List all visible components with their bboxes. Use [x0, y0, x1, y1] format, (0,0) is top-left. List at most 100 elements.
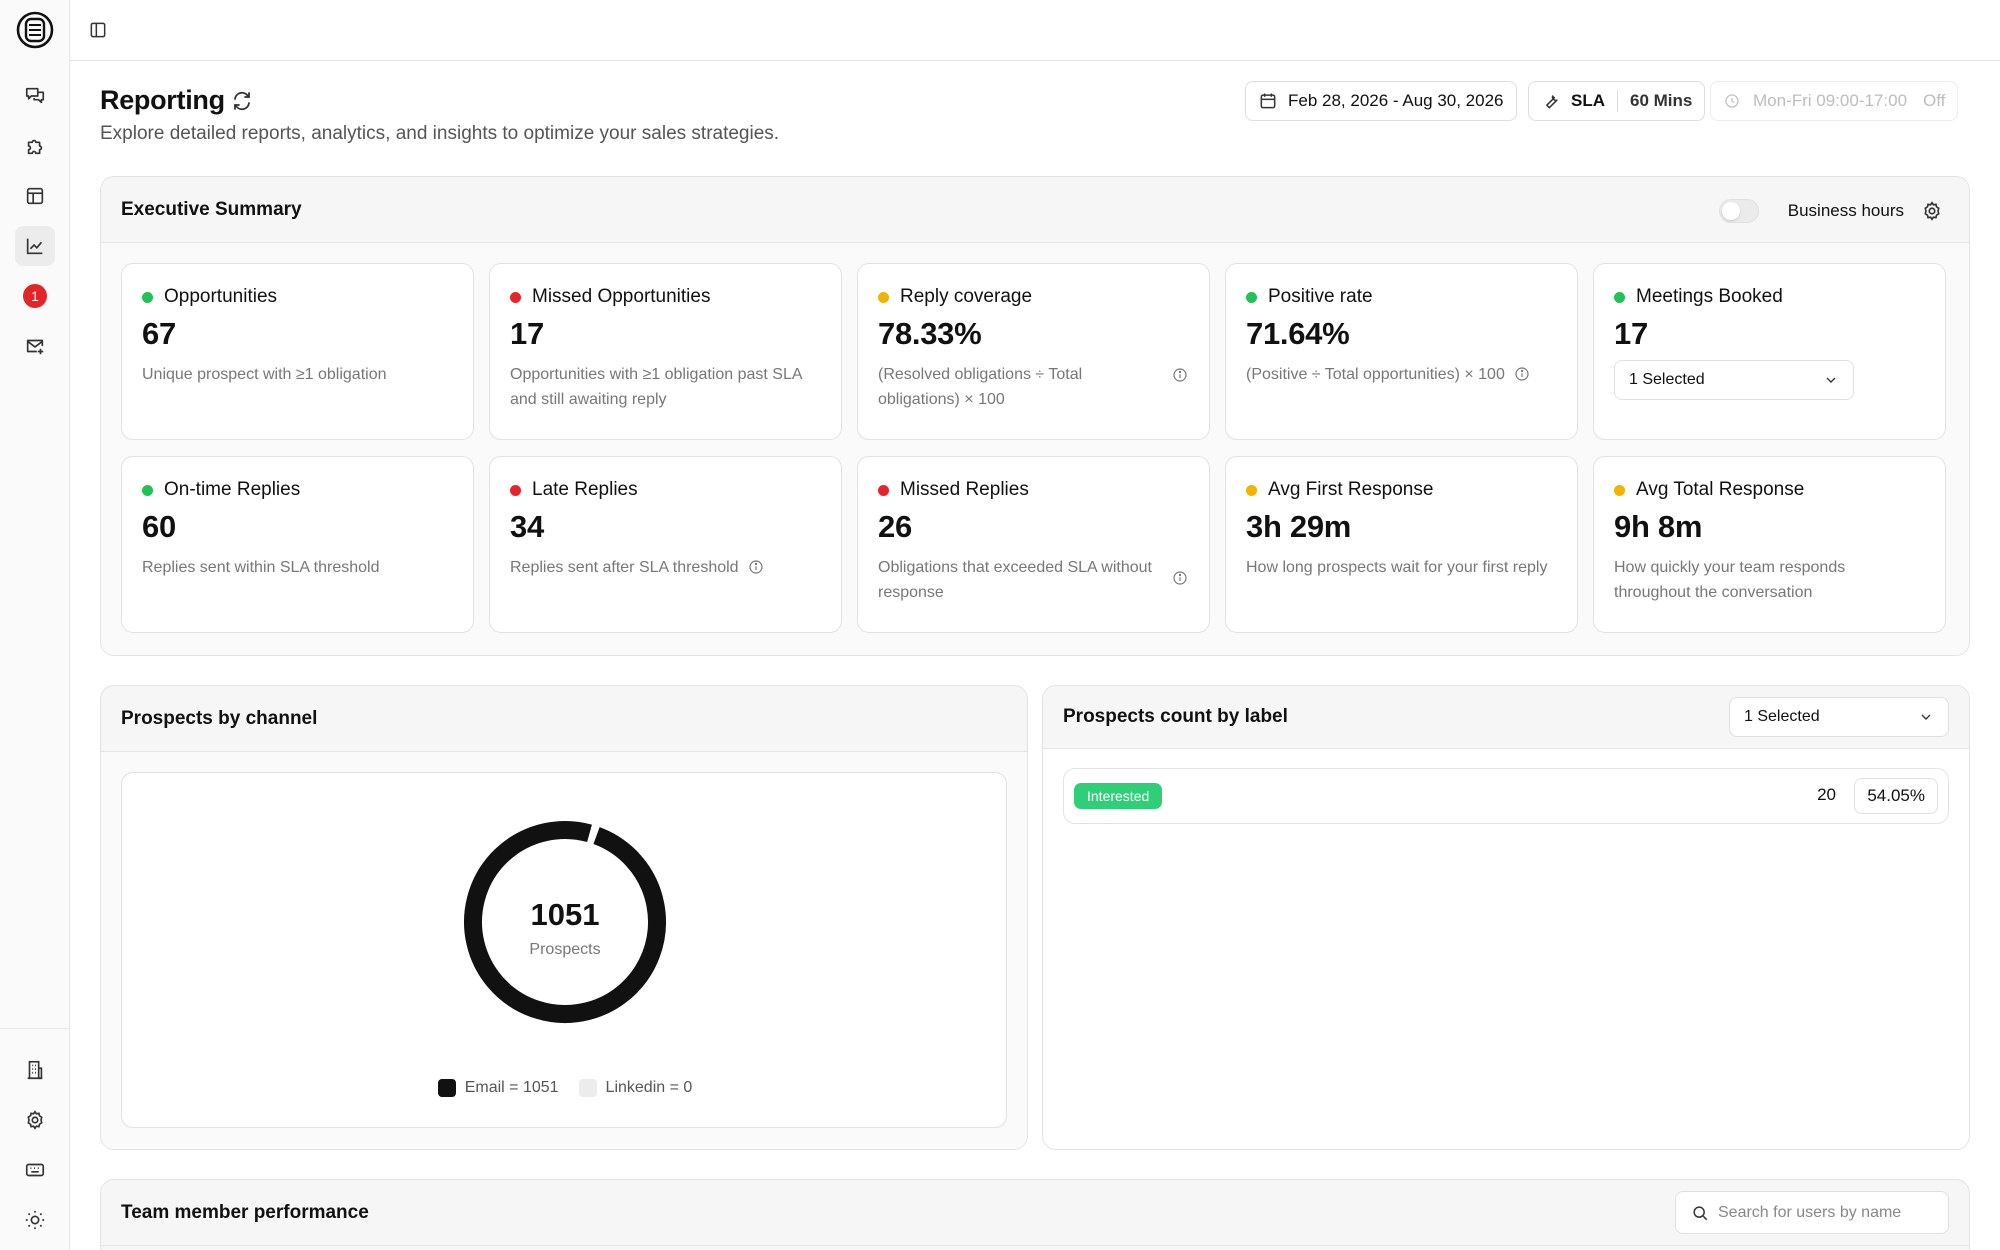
sidebar-item-theme[interactable]: [15, 1200, 55, 1240]
status-dot: [1614, 291, 1625, 303]
executive-summary-title: Executive Summary: [101, 177, 1969, 243]
metric-card-on-time-replies: On-time Replies 60 Replies sent within S…: [121, 456, 474, 633]
refresh-icon[interactable]: [230, 89, 254, 113]
metric-value: 3h 29m: [1246, 509, 1352, 544]
metric-description: How quickly your team responds throughou…: [1614, 559, 1846, 601]
label-count: 20: [1817, 785, 1836, 804]
puzzle-icon: [24, 135, 46, 157]
metric-description: (Resolved obligations ÷ Total obligation…: [878, 366, 1083, 408]
info-icon[interactable]: [747, 558, 765, 576]
main-content: Reporting Explore detailed reports, anal…: [100, 61, 1970, 1250]
chat-icon: [24, 85, 46, 107]
legend-item-linkedin[interactable]: Linkedin = 0: [578, 1079, 693, 1097]
status-dot: [1246, 484, 1257, 496]
sidebar-item-tables[interactable]: [15, 176, 55, 216]
legend-swatch: [437, 1079, 456, 1097]
status-dot: [142, 291, 153, 303]
metric-card-opportunities: Opportunities 67 Unique prospect with ≥1…: [121, 263, 474, 440]
metric-value: 17: [1614, 316, 1648, 351]
gear-icon[interactable]: [1921, 200, 1943, 222]
metric-title: Missed Opportunities: [532, 286, 711, 307]
meetings-label-select[interactable]: 1 Selected: [1614, 360, 1854, 400]
metric-description: Replies sent within SLA threshold: [142, 559, 380, 576]
search-placeholder: Search for users by name: [1718, 1203, 1902, 1221]
sidebar-item-reporting[interactable]: [15, 226, 55, 266]
metric-description: (Positive ÷ Total opportunities) × 100: [1246, 366, 1505, 383]
info-icon[interactable]: [1513, 365, 1531, 383]
metric-title: On-time Replies: [164, 479, 301, 500]
label-row[interactable]: Interested 20 54.05%: [1063, 768, 1949, 824]
donut-total: 1051: [530, 897, 600, 932]
status-dot: [1614, 484, 1625, 496]
info-icon[interactable]: [1171, 569, 1189, 587]
metric-value: 71.64%: [1246, 316, 1350, 351]
notification-badge: 1: [23, 284, 47, 308]
metric-card-late-replies: Late Replies 34 Replies sent after SLA t…: [489, 456, 842, 633]
sun-icon: [24, 1209, 46, 1231]
metric-value: 34: [510, 509, 544, 544]
label-filter-select[interactable]: 1 Selected: [1729, 697, 1949, 737]
prospects-by-channel-body: 1051 Prospects Email = 1051 Linkedin = 0: [101, 752, 1027, 1149]
status-dot: [510, 291, 521, 303]
metric-value: 17: [510, 316, 544, 351]
mail-add-icon: [24, 335, 46, 357]
status-dot: [878, 484, 889, 496]
select-value: 1 Selected: [1629, 371, 1705, 388]
chart-legend: Email = 1051 Linkedin = 0: [122, 1079, 1008, 1097]
chevron-down-icon: [1918, 709, 1934, 725]
sidebar-item-company[interactable]: [15, 1050, 55, 1090]
status-dot: [878, 291, 889, 303]
business-hours-pill[interactable]: Mon-Fri 09:00-17:00 Off: [1710, 81, 1959, 121]
chevron-down-icon: [1823, 372, 1839, 388]
app-logo-icon[interactable]: [15, 10, 55, 50]
metric-card-avg-first-response: Avg First Response 3h 29m How long prosp…: [1225, 456, 1578, 633]
legend-swatch: [578, 1079, 597, 1097]
metric-value: 9h 8m: [1614, 509, 1703, 544]
legend-item-email[interactable]: Email = 1051: [437, 1079, 559, 1097]
metric-title: Opportunities: [164, 286, 278, 307]
business-hours-toggle[interactable]: [1719, 199, 1759, 223]
sidebar-item-inbox[interactable]: [15, 326, 55, 366]
business-hours-range: Mon-Fri 09:00-17:00: [1753, 91, 1908, 110]
info-icon[interactable]: [1171, 366, 1189, 384]
prospects-by-channel-panel: Prospects by channel 1051 Prospects Emai…: [100, 685, 1028, 1150]
executive-summary-body: Opportunities 67 Unique prospect with ≥1…: [101, 243, 1969, 655]
sidebar-item-shortcuts[interactable]: [15, 1150, 55, 1190]
panel-left-icon: [88, 20, 108, 40]
metric-title: Positive rate: [1268, 286, 1373, 307]
executive-summary-panel: Executive Summary Business hours Opportu…: [100, 176, 1970, 656]
team-performance-panel: Team member performance Search for users…: [100, 1179, 1970, 1250]
user-search-input[interactable]: Search for users by name: [1675, 1191, 1949, 1234]
legend-label: Linkedin = 0: [605, 1079, 693, 1096]
status-dot: [1246, 291, 1257, 303]
page-subtitle: Explore detailed reports, analytics, and…: [100, 123, 780, 144]
status-dot: [142, 484, 153, 496]
sidebar-item-integrations[interactable]: [15, 126, 55, 166]
business-hours-label: Business hours: [1787, 201, 1904, 220]
sidebar-divider: [0, 1028, 70, 1029]
metric-value: 78.33%: [878, 316, 982, 351]
metric-description: Replies sent after SLA threshold: [510, 559, 739, 576]
metric-card-reply-coverage: Reply coverage 78.33% (Resolved obligati…: [857, 263, 1210, 440]
sla-button[interactable]: SLA 60 Mins: [1528, 81, 1706, 121]
table-icon: [24, 185, 46, 207]
metric-description: Opportunities with ≥1 obligation past SL…: [510, 366, 802, 408]
donut-chart-card: 1051 Prospects Email = 1051 Linkedin = 0: [121, 772, 1007, 1128]
metric-title: Avg Total Response: [1636, 479, 1805, 500]
gear-icon: [24, 1109, 46, 1131]
label-percent: 54.05%: [1854, 778, 1938, 814]
donut-total-label: Prospects: [529, 941, 601, 958]
date-range-picker[interactable]: Feb 28, 2026 - Aug 30, 2026: [1245, 81, 1517, 121]
top-bar: [70, 0, 2000, 61]
metric-description: Obligations that exceeded SLA without re…: [878, 559, 1152, 601]
sidebar-item-notifications[interactable]: 1: [15, 276, 55, 316]
pill-divider: [1617, 90, 1618, 112]
calendar-icon: [1258, 91, 1278, 111]
metric-card-positive-rate: Positive rate 71.64% (Positive ÷ Total o…: [1225, 263, 1578, 440]
metric-title: Meetings Booked: [1636, 286, 1783, 307]
clock-icon: [1723, 91, 1743, 111]
sidebar-toggle-button[interactable]: [84, 16, 112, 44]
sidebar-item-conversations[interactable]: [15, 76, 55, 116]
sidebar-item-settings[interactable]: [15, 1100, 55, 1140]
keyboard-icon: [24, 1159, 46, 1181]
